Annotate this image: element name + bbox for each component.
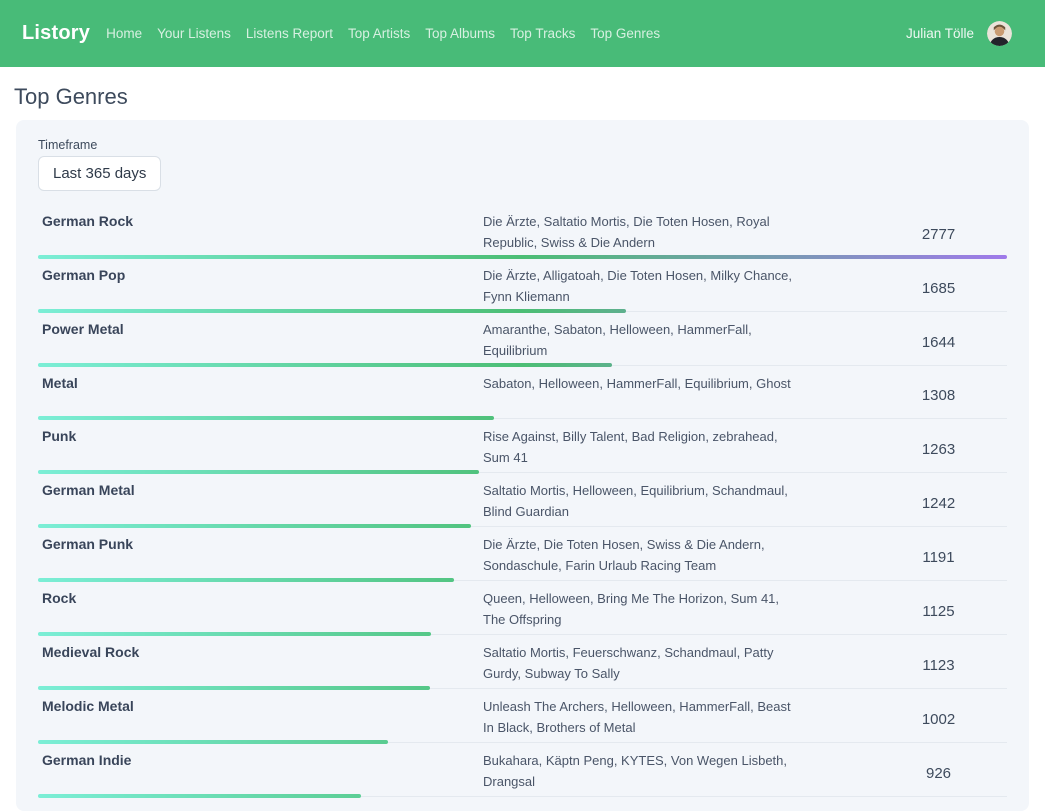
genre-count: 1002: [870, 711, 1007, 728]
genre-artists: Saltatio Mortis, Helloween, Equilibrium,…: [483, 480, 793, 526]
genre-count: 1644: [870, 334, 1007, 351]
timeframe-select-button[interactable]: Last 365 days: [38, 156, 161, 191]
genre-artists: Bukahara, Käptn Peng, KYTES, Von Wegen L…: [483, 750, 793, 796]
genre-artists: Die Ärzte, Alligatoah, Die Toten Hosen, …: [483, 265, 793, 311]
genre-row: German Rock Die Ärzte, Saltatio Mortis, …: [38, 204, 1007, 258]
genre-row: Melodic Metal Unleash The Archers, Hello…: [38, 689, 1007, 743]
navbar: Listory Home Your Listens Listens Report To…: [0, 0, 1045, 67]
genre-row: German Indie Bukahara, Käptn Peng, KYTES…: [38, 743, 1007, 797]
genre-artists: Unleash The Archers, Helloween, HammerFa…: [483, 696, 793, 742]
genre-name: Medieval Rock: [38, 642, 483, 688]
genre-artists: Sabaton, Helloween, HammerFall, Equilibr…: [483, 373, 793, 418]
page-title: Top Genres: [14, 84, 1045, 109]
nav-links: Home Your Listens Listens Report Top Artist…: [106, 26, 660, 41]
genre-artists: Queen, Helloween, Bring Me The Horizon, …: [483, 588, 793, 634]
genre-count: 926: [870, 765, 1007, 782]
genre-name: German Metal: [38, 480, 483, 526]
genre-count: 1263: [870, 441, 1007, 458]
timeframe-label: Timeframe: [38, 138, 1007, 152]
genre-name: German Pop: [38, 265, 483, 311]
genre-artists: Die Ärzte, Die Toten Hosen, Swiss & Die …: [483, 534, 793, 580]
avatar-photo-icon: [987, 21, 1012, 46]
genre-name: Rock: [38, 588, 483, 634]
genre-row: German Metal Saltatio Mortis, Helloween,…: [38, 473, 1007, 527]
genre-name: German Rock: [38, 211, 483, 257]
genre-count: 2777: [870, 226, 1007, 243]
user-avatar[interactable]: [987, 21, 1012, 46]
genres-card: Timeframe Last 365 days German Rock Die …: [16, 120, 1029, 811]
genre-count: 1685: [870, 280, 1007, 297]
genre-name: Power Metal: [38, 319, 483, 365]
user-name[interactable]: Julian Tölle: [906, 26, 974, 41]
timeframe-filter: Timeframe Last 365 days: [38, 138, 1007, 191]
genre-name: Punk: [38, 426, 483, 472]
genre-count: 1123: [870, 657, 1007, 674]
genre-name: German Indie: [38, 750, 483, 796]
genre-row: Rock Queen, Helloween, Bring Me The Hori…: [38, 581, 1007, 635]
genre-count: 1125: [870, 603, 1007, 620]
genre-bar: [38, 794, 361, 798]
genre-row: Power Metal Amaranthe, Sabaton, Hellowee…: [38, 312, 1007, 366]
genre-row: Punk Rise Against, Billy Talent, Bad Rel…: [38, 419, 1007, 473]
genre-artists: Amaranthe, Sabaton, Helloween, HammerFal…: [483, 319, 793, 365]
genre-count: 1242: [870, 495, 1007, 512]
app-logo[interactable]: Listory: [22, 22, 90, 45]
genre-row: Medieval Rock Saltatio Mortis, Feuerschw…: [38, 635, 1007, 689]
genre-artists: Die Ärzte, Saltatio Mortis, Die Toten Ho…: [483, 211, 793, 257]
genre-name: German Punk: [38, 534, 483, 580]
genre-row: Metal Sabaton, Helloween, HammerFall, Eq…: [38, 366, 1007, 419]
genre-count: 1308: [870, 387, 1007, 404]
nav-user-area: Julian Tölle: [906, 21, 1012, 46]
genre-artists: Rise Against, Billy Talent, Bad Religion…: [483, 426, 793, 472]
nav-item-top-albums[interactable]: Top Albums: [425, 26, 495, 41]
genre-name: Melodic Metal: [38, 696, 483, 742]
genre-row: German Pop Die Ärzte, Alligatoah, Die To…: [38, 258, 1007, 312]
genre-row: German Punk Die Ärzte, Die Toten Hosen, …: [38, 527, 1007, 581]
main-content: Top Genres Timeframe Last 365 days Germa…: [0, 84, 1045, 811]
genre-artists: Saltatio Mortis, Feuerschwanz, Schandmau…: [483, 642, 793, 688]
nav-item-top-genres[interactable]: Top Genres: [590, 26, 660, 41]
nav-item-top-artists[interactable]: Top Artists: [348, 26, 410, 41]
genre-table: German Rock Die Ärzte, Saltatio Mortis, …: [38, 204, 1007, 797]
genre-name: Metal: [38, 373, 483, 418]
nav-item-your-listens[interactable]: Your Listens: [157, 26, 231, 41]
genre-count: 1191: [870, 549, 1007, 566]
nav-item-top-tracks[interactable]: Top Tracks: [510, 26, 575, 41]
nav-item-home[interactable]: Home: [106, 26, 142, 41]
nav-item-listens-report[interactable]: Listens Report: [246, 26, 333, 41]
